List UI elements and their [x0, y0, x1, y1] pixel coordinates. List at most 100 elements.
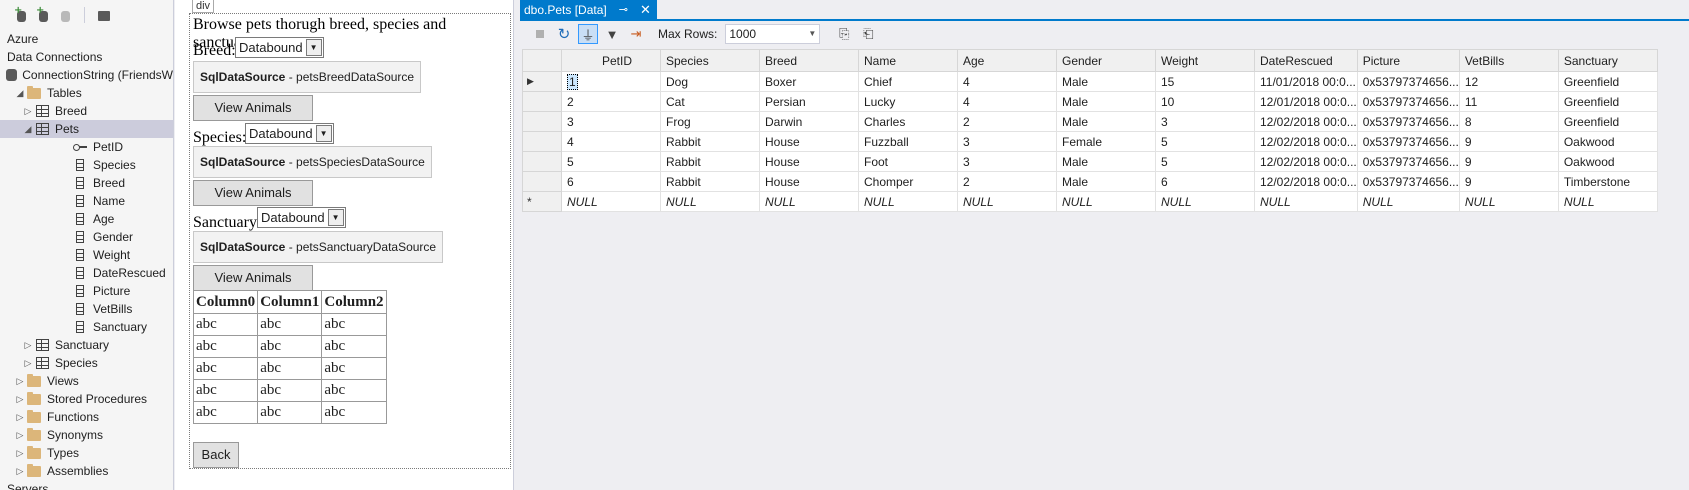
- table-cell[interactable]: 12/01/2018 00:0...: [1254, 91, 1358, 112]
- tree-item[interactable]: DateRescued: [0, 264, 173, 282]
- table-cell[interactable]: Greenfield: [1557, 71, 1658, 92]
- table-cell[interactable]: Charles: [858, 111, 958, 132]
- tree-item[interactable]: ▷ Views: [0, 372, 173, 390]
- table-cell[interactable]: Dog: [660, 71, 760, 92]
- null-cell[interactable]: NULL: [1056, 191, 1156, 212]
- refresh-icon[interactable]: ↻: [554, 24, 574, 44]
- table-cell[interactable]: House: [759, 151, 859, 172]
- null-cell[interactable]: NULL: [1356, 191, 1460, 212]
- back-button[interactable]: Back: [193, 442, 239, 468]
- pin-icon[interactable]: ⊸: [619, 3, 628, 16]
- null-cell[interactable]: NULL: [561, 191, 661, 212]
- table-cell[interactable]: Frog: [660, 111, 760, 132]
- max-rows-select[interactable]: 1000 ▼: [725, 24, 821, 44]
- sanctuary-view-animals-button[interactable]: View Animals: [193, 265, 313, 291]
- add-connection-icon[interactable]: +: [36, 5, 52, 23]
- null-cell[interactable]: NULL: [1254, 191, 1358, 212]
- table-cell[interactable]: 0x53797374656...: [1356, 111, 1460, 132]
- table-cell[interactable]: 2: [957, 111, 1057, 132]
- null-cell[interactable]: NULL: [957, 191, 1057, 212]
- table-cell[interactable]: 4: [957, 91, 1057, 112]
- tree-item[interactable]: ◢ Pets: [0, 120, 173, 138]
- properties-icon[interactable]: [95, 7, 111, 23]
- connect-database-icon[interactable]: +: [14, 5, 30, 23]
- tree-item[interactable]: Picture: [0, 282, 173, 300]
- table-cell[interactable]: 1: [561, 71, 661, 92]
- table-cell[interactable]: 11: [1458, 91, 1559, 112]
- tree-item[interactable]: ◢ Tables: [0, 84, 173, 102]
- table-cell[interactable]: 6: [1155, 171, 1255, 192]
- chevron-down-icon[interactable]: ▼: [808, 25, 816, 43]
- export-script-icon[interactable]: ⎗: [858, 24, 878, 44]
- tab-dbo-pets-data[interactable]: dbo.Pets [Data] ⊸ ✕: [520, 0, 657, 19]
- table-row[interactable]: ▶ 1 Dog Boxer Chief 4 Male 15 11/01/2018 00:0...…: [522, 71, 1658, 92]
- tree-item[interactable]: ▷ Breed: [0, 102, 173, 120]
- table-cell[interactable]: Timberstone: [1557, 171, 1658, 192]
- tree-item[interactable]: Servers: [0, 480, 173, 490]
- column-header[interactable]: Name: [858, 49, 958, 72]
- column-header[interactable]: Sanctuary: [1557, 49, 1658, 72]
- table-cell[interactable]: 12: [1458, 71, 1559, 92]
- table-cell[interactable]: House: [759, 131, 859, 152]
- table-cell[interactable]: 10: [1155, 91, 1255, 112]
- tree-item[interactable]: Sanctuary: [0, 318, 173, 336]
- sanctuary-dropdown[interactable]: Databound ▼: [257, 207, 346, 228]
- tree-item[interactable]: Age: [0, 210, 173, 228]
- expand-arrow-icon[interactable]: ▷: [22, 340, 34, 351]
- table-cell[interactable]: Greenfield: [1557, 91, 1658, 112]
- table-cell[interactable]: 6: [561, 171, 661, 192]
- expand-arrow-icon[interactable]: ▷: [14, 394, 26, 405]
- null-cell[interactable]: NULL: [660, 191, 760, 212]
- collapse-arrow-icon[interactable]: ◢: [14, 88, 26, 99]
- table-cell[interactable]: Rabbit: [660, 151, 760, 172]
- table-cell[interactable]: 9: [1458, 171, 1559, 192]
- tree-item[interactable]: VetBills: [0, 300, 173, 318]
- table-cell[interactable]: 5: [561, 151, 661, 172]
- table-cell[interactable]: 5: [1155, 151, 1255, 172]
- table-cell[interactable]: Chomper: [858, 171, 958, 192]
- table-cell[interactable]: 0x53797374656...: [1356, 91, 1460, 112]
- tree-item[interactable]: Gender: [0, 228, 173, 246]
- tree-item[interactable]: ▷ Synonyms: [0, 426, 173, 444]
- filter-active-icon[interactable]: ⏚: [578, 24, 598, 44]
- data-grid[interactable]: PetID Species Breed Name Age Gender Weight Date…: [522, 49, 1658, 212]
- table-cell[interactable]: 15: [1155, 71, 1255, 92]
- collapse-arrow-icon[interactable]: ◢: [22, 124, 34, 135]
- table-cell[interactable]: Oakwood: [1557, 151, 1658, 172]
- table-cell[interactable]: Male: [1056, 91, 1156, 112]
- table-cell[interactable]: 2: [561, 91, 661, 112]
- table-cell[interactable]: 0x53797374656...: [1356, 131, 1460, 152]
- row-header[interactable]: [522, 91, 562, 112]
- table-cell[interactable]: 4: [561, 131, 661, 152]
- table-cell[interactable]: Chief: [858, 71, 958, 92]
- table-row[interactable]: 6 Rabbit House Chomper 2 Male 6 12/02/2018 00:0…: [522, 171, 1658, 192]
- tree-item[interactable]: Name: [0, 192, 173, 210]
- breed-sqldatasource[interactable]: SqlDataSource - petsBreedDataSource: [193, 61, 422, 93]
- table-cell[interactable]: Female: [1056, 131, 1156, 152]
- tree-item[interactable]: Breed: [0, 174, 173, 192]
- table-cell[interactable]: 0x53797374656...: [1356, 171, 1460, 192]
- table-cell[interactable]: 11/01/2018 00:0...: [1254, 71, 1358, 92]
- chevron-down-icon[interactable]: ▼: [305, 39, 322, 56]
- table-row[interactable]: 3 Frog Darwin Charles 2 Male 3 12/02/2018 00:0.…: [522, 111, 1658, 132]
- column-header[interactable]: Gender: [1056, 49, 1156, 72]
- row-header[interactable]: [522, 151, 562, 172]
- new-row[interactable]: * NULL NULL NULL NULL NULL NULL NULL NULL NULL NUL…: [522, 191, 1658, 212]
- expand-arrow-icon[interactable]: ▷: [14, 448, 26, 459]
- tree-item[interactable]: ▷ Stored Procedures: [0, 390, 173, 408]
- table-cell[interactable]: 12/02/2018 00:0...: [1254, 131, 1358, 152]
- tree-item[interactable]: ▷ Assemblies: [0, 462, 173, 480]
- column-header[interactable]: Species: [660, 49, 760, 72]
- tree-item[interactable]: ConnectionString (FriendsW: [0, 66, 173, 84]
- table-cell[interactable]: 0x53797374656...: [1356, 151, 1460, 172]
- expand-arrow-icon[interactable]: ▷: [14, 412, 26, 423]
- tree-item[interactable]: Species: [0, 156, 173, 174]
- table-cell[interactable]: 3: [561, 111, 661, 132]
- column-header[interactable]: PetID: [561, 49, 661, 72]
- table-cell[interactable]: Oakwood: [1557, 131, 1658, 152]
- tree-item[interactable]: Data Connections: [0, 48, 173, 66]
- species-view-animals-button[interactable]: View Animals: [193, 180, 313, 206]
- column-header[interactable]: Age: [957, 49, 1057, 72]
- column-header[interactable]: Picture: [1356, 49, 1460, 72]
- table-cell[interactable]: Boxer: [759, 71, 859, 92]
